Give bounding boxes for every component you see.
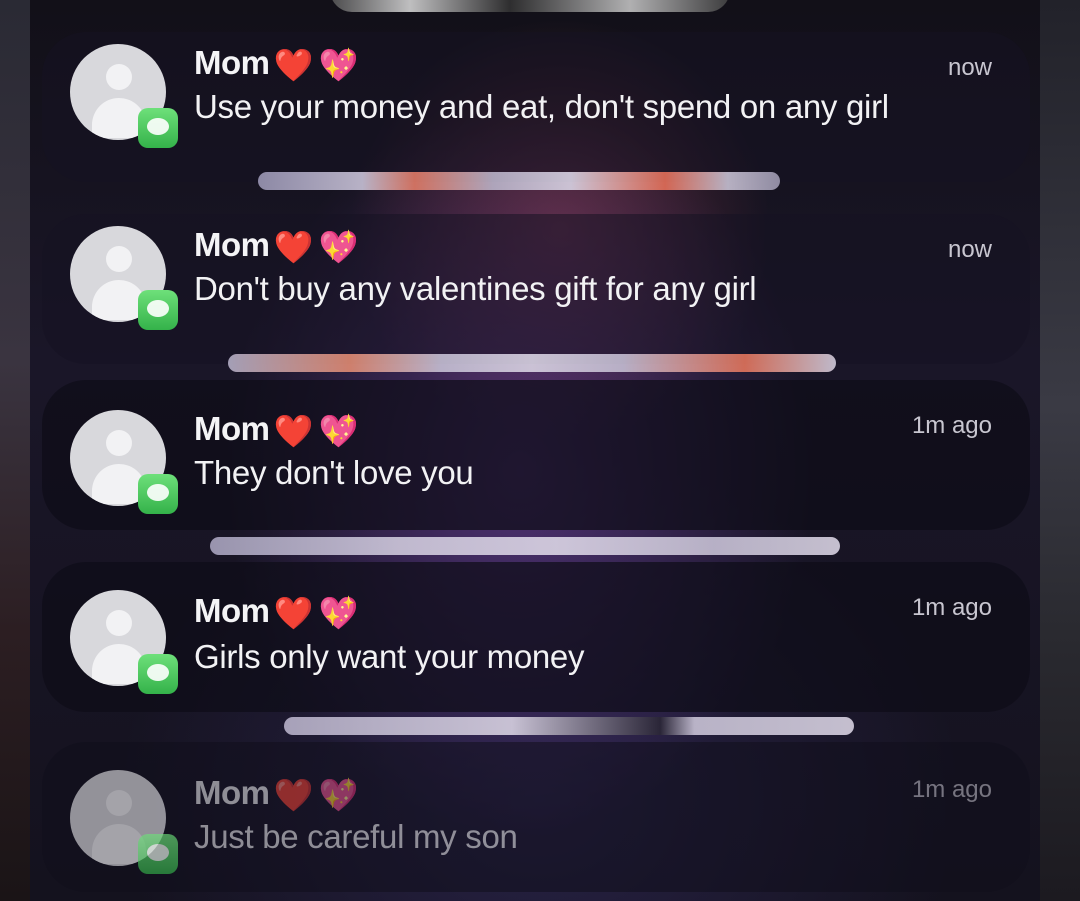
notification-message: Don't buy any valentines gift for any gi… [194, 270, 757, 307]
background-top-shape [330, 0, 730, 12]
sparkling-heart-icon: 💖 [318, 229, 359, 265]
messages-app-icon [138, 108, 178, 148]
sender-name: Mom [194, 774, 270, 811]
background-edge-left [0, 0, 30, 901]
chat-bubble-icon [147, 484, 169, 501]
sender-name: Mom [194, 410, 270, 447]
notification-message: Use your money and eat, don't spend on a… [194, 88, 889, 125]
notification-separator [228, 354, 836, 372]
red-heart-icon: ❤️ [273, 595, 314, 631]
sender-name: Mom [194, 226, 270, 263]
notification-time: now [947, 54, 992, 81]
notification-message: They don't love you [194, 454, 474, 491]
notification-separator [258, 172, 780, 190]
red-heart-icon: ❤️ [273, 229, 314, 265]
notification-message: Just be careful my son [194, 818, 518, 855]
messages-app-icon [138, 654, 178, 694]
sparkling-heart-icon: 💖 [318, 595, 359, 631]
notification-sender: Mom ❤️ 💖 [194, 226, 359, 265]
notification-card[interactable]: Mom ❤️ 💖 Don't buy any valentines gift for… [42, 214, 1030, 364]
red-heart-icon: ❤️ [273, 413, 314, 449]
chat-bubble-icon [147, 118, 169, 135]
sparkling-heart-icon: 💖 [318, 413, 359, 449]
messages-app-icon [138, 474, 178, 514]
notification-sender: Mom ❤️ 💖 [194, 44, 359, 83]
notification-sender: Mom ❤️ 💖 [194, 592, 359, 631]
notification-message: Girls only want your money [194, 638, 585, 675]
messages-app-icon [138, 834, 178, 874]
notification-time: 1m ago [911, 594, 992, 621]
messages-app-icon [138, 290, 178, 330]
notification-card[interactable]: Mom ❤️ 💖 Use your money and eat, don't spe… [42, 32, 1030, 182]
background-edge-right [1040, 0, 1080, 901]
notification-time: now [947, 236, 992, 263]
chat-bubble-icon [147, 300, 169, 317]
notification-card[interactable]: Mom ❤️ 💖 Just be careful my son 1m ago [42, 742, 1030, 892]
chat-bubble-icon [147, 664, 169, 681]
red-heart-icon: ❤️ [273, 777, 314, 813]
notification-separator [210, 537, 840, 555]
notification-card[interactable]: Mom ❤️ 💖 They don't love you 1m ago [42, 380, 1030, 530]
lock-screen: Mom ❤️ 💖 Use your money and eat, don't spe… [0, 0, 1080, 901]
avatar-head-shape [106, 790, 132, 816]
sender-name: Mom [194, 592, 270, 629]
avatar-head-shape [106, 64, 132, 90]
notification-card[interactable]: Mom ❤️ 💖 Girls only want your money 1m ago [42, 562, 1030, 712]
notification-separator [284, 717, 854, 735]
red-heart-icon: ❤️ [273, 47, 314, 83]
avatar-head-shape [106, 430, 132, 456]
sparkling-heart-icon: 💖 [318, 777, 359, 813]
avatar-head-shape [106, 246, 132, 272]
notification-time: 1m ago [911, 412, 992, 439]
avatar-head-shape [106, 610, 132, 636]
notification-sender: Mom ❤️ 💖 [194, 774, 359, 813]
notification-sender: Mom ❤️ 💖 [194, 410, 359, 449]
notification-time: 1m ago [911, 776, 992, 803]
chat-bubble-icon [147, 844, 169, 861]
sparkling-heart-icon: 💖 [318, 47, 359, 83]
sender-name: Mom [194, 44, 270, 81]
